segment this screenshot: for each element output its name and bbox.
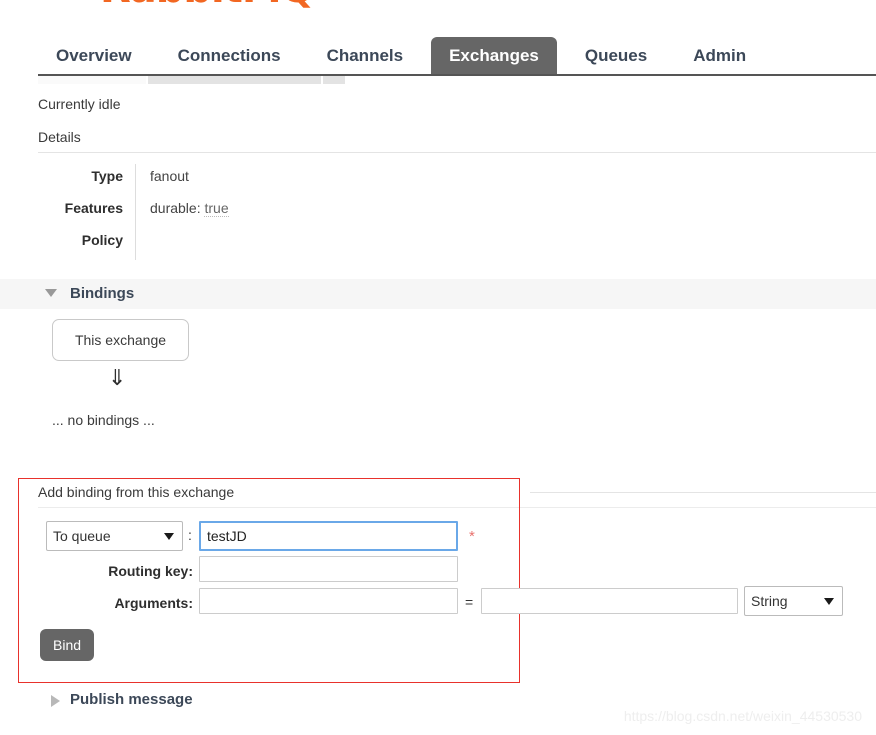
status-text: Currently idle [38, 96, 121, 112]
tab-channels[interactable]: Channels [309, 37, 422, 76]
argument-type-select-wrap: String Number Boolean List [744, 586, 843, 616]
destination-colon: : [188, 527, 192, 543]
details-table: Type fanout Features durable: true Polic… [38, 164, 229, 260]
clipped-chunk-3 [323, 76, 345, 84]
details-heading: Details [38, 129, 81, 145]
clipped-chunk-1 [38, 76, 146, 84]
details-row-policy: Policy [38, 228, 229, 260]
this-exchange-node[interactable]: This exchange [52, 319, 189, 361]
details-value-features: durable: true [136, 196, 229, 228]
routing-key-label: Routing key: [108, 563, 193, 579]
feature-key: durable: [150, 200, 201, 216]
publish-message-label: Publish message [70, 691, 193, 708]
arguments-label: Arguments: [114, 595, 193, 611]
destination-input[interactable] [199, 521, 458, 551]
tab-admin[interactable]: Admin [675, 37, 764, 76]
feature-value: true [204, 200, 229, 217]
details-row-features: Features durable: true [38, 196, 229, 228]
nav-tab-list: Overview Connections Channels Exchanges … [38, 32, 774, 76]
chevron-right-icon [51, 695, 60, 707]
tab-overview[interactable]: Overview [38, 37, 150, 76]
details-divider [38, 152, 876, 153]
details-value-type: fanout [150, 168, 189, 184]
app-header: RabbitMQTM 3.7.15 Erlang 22.0.5 [0, 0, 876, 18]
details-label-type: Type [38, 164, 136, 196]
clipped-chunk-2 [148, 76, 321, 84]
destination-type-select-wrap: To queue To exchange [46, 521, 183, 551]
chevron-down-icon [45, 289, 57, 297]
details-label-features: Features [38, 196, 136, 228]
bindings-section-label: Bindings [70, 285, 135, 302]
rabbitmq-logo[interactable]: RabbitMQTM [46, 0, 328, 12]
tab-connections[interactable]: Connections [160, 37, 299, 76]
binding-arrow-icon: ⇓ [108, 366, 127, 391]
clipped-page-heading [38, 76, 876, 84]
details-value-policy [136, 228, 229, 260]
right-side-divider [530, 492, 876, 493]
main-navigation: Overview Connections Channels Exchanges … [0, 32, 876, 76]
details-label-policy: Policy [38, 228, 136, 260]
no-bindings-message: ... no bindings ... [52, 412, 155, 428]
bindings-section-header[interactable]: Bindings [0, 279, 876, 309]
bind-button[interactable]: Bind [40, 629, 95, 661]
argument-type-select[interactable]: String Number Boolean List [744, 586, 843, 616]
required-asterisk: * [469, 528, 475, 545]
equals-sign: = [465, 594, 474, 610]
watermark-text: https://blog.csdn.net/weixin_44530530 [623, 708, 862, 724]
tab-queues[interactable]: Queues [567, 37, 665, 76]
logo-wordmark: RabbitMQ [100, 0, 315, 12]
argument-key-input[interactable] [199, 588, 458, 614]
argument-value-input[interactable] [481, 588, 738, 614]
routing-key-input[interactable] [199, 556, 458, 582]
tab-exchanges[interactable]: Exchanges [431, 37, 557, 76]
this-exchange-label: This exchange [74, 332, 167, 348]
destination-type-select[interactable]: To queue To exchange [46, 521, 183, 551]
details-row-type: Type fanout [38, 164, 229, 196]
